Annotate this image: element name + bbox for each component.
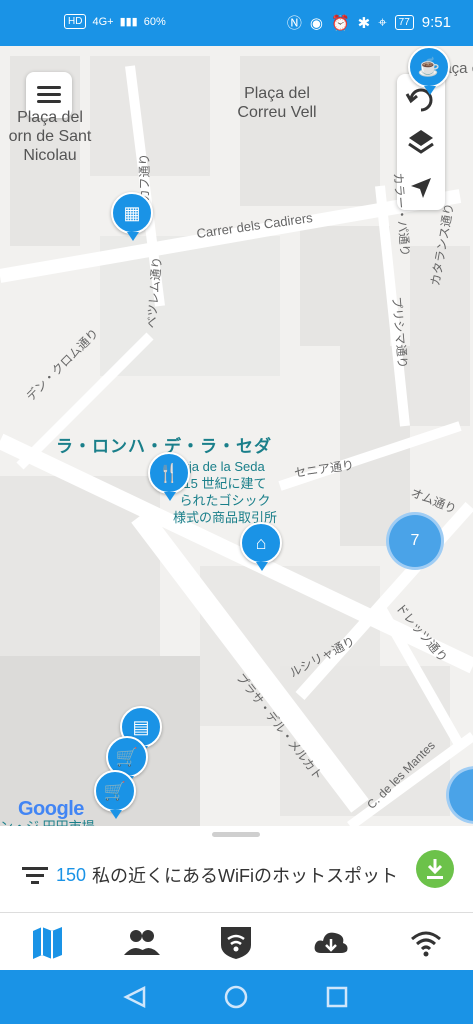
hotspot-cluster[interactable]: 7 xyxy=(386,512,444,570)
battery-indicator: 77 xyxy=(394,15,414,30)
sheet-title: 私の近くにあるWiFiのホットスポット xyxy=(92,866,399,886)
cup-icon: ☕ xyxy=(417,57,441,77)
map-view[interactable]: Plaça del Correu Vell Plaça del orn de S… xyxy=(0,46,473,826)
people-icon xyxy=(124,930,160,955)
system-nav-bar xyxy=(0,970,473,1024)
label-bottom-cut: ン・ジ 円田市場 xyxy=(0,816,95,826)
location-icon: ⌖ xyxy=(378,14,387,31)
wifi-tab[interactable] xyxy=(406,925,446,959)
clock: 9:51 xyxy=(421,14,451,31)
landmark-pin[interactable]: ⌂ xyxy=(240,522,282,571)
status-bar: HD 4G+ ▮▮▮ 60% Ⓝ ◉ ⏰ ✱ ⌖ 77 9:51 xyxy=(0,0,473,46)
download-button[interactable] xyxy=(416,850,454,888)
cart-icon: 🛒 xyxy=(103,781,127,801)
vpn-shield-icon xyxy=(221,927,251,959)
vpn-shield-tab[interactable] xyxy=(216,925,256,959)
hamburger-menu-icon xyxy=(37,93,61,96)
label-placa-born: Plaça del orn de Sant Nicolau xyxy=(8,109,92,164)
hd-badge: HD xyxy=(64,14,87,29)
sheet-header[interactable]: 150 私の近くにあるWiFiのホットスポット xyxy=(22,862,398,888)
restaurant-pin[interactable]: 🍴 xyxy=(148,452,190,501)
speed-indicator: 60% xyxy=(143,15,166,28)
hotspot-count: 150 xyxy=(56,864,87,885)
navigation-arrow-icon[interactable] xyxy=(411,178,431,198)
layers-icon[interactable] xyxy=(408,130,434,154)
system-nav-icons xyxy=(123,985,348,1009)
shop-pin-2[interactable]: 🛒 xyxy=(94,770,136,819)
download-tab[interactable] xyxy=(311,925,351,959)
hamburger-menu-icon xyxy=(37,86,61,89)
map-icon xyxy=(33,927,62,959)
building-pin[interactable]: ▦ xyxy=(111,192,153,241)
label-placa-correu: Plaça del Correu Vell xyxy=(237,85,317,121)
recents-icon[interactable] xyxy=(326,986,348,1008)
network-badge: 4G+ xyxy=(92,15,114,28)
nfc-icon: Ⓝ xyxy=(286,15,302,32)
map-tab[interactable] xyxy=(28,925,68,959)
bottom-tab-bar xyxy=(0,912,473,971)
alarm-icon: ⏰ xyxy=(330,14,350,32)
back-icon[interactable] xyxy=(123,985,146,1009)
building-icon: ▦ xyxy=(123,203,141,223)
status-left: HD 4G+ ▮▮▮ 60% xyxy=(64,14,166,29)
wifi-icon xyxy=(411,931,441,957)
hamburger-menu-icon xyxy=(37,100,61,103)
status-right: Ⓝ ◉ ⏰ ✱ ⌖ 77 9:51 xyxy=(287,12,451,33)
signal-icon: ▮▮▮ xyxy=(119,16,138,28)
office-icon: ▤ xyxy=(132,717,150,737)
wifi-pin-top-right[interactable]: ☕ xyxy=(408,46,450,95)
home-icon[interactable] xyxy=(224,985,248,1009)
fork-knife-icon: 🍴 xyxy=(157,463,181,483)
download-icon xyxy=(427,859,443,879)
cloud-download-icon xyxy=(314,932,348,953)
cart-icon: 🛒 xyxy=(115,747,139,767)
eye-icon: ◉ xyxy=(309,14,323,32)
drag-handle[interactable] xyxy=(212,832,260,837)
bluetooth-icon: ✱ xyxy=(357,14,371,32)
people-tab[interactable] xyxy=(121,925,161,959)
landmark-icon: ⌂ xyxy=(255,533,267,553)
hotspot-sheet[interactable]: 150 私の近くにあるWiFiのホットスポット xyxy=(0,826,473,912)
filter-icon[interactable] xyxy=(22,865,48,885)
